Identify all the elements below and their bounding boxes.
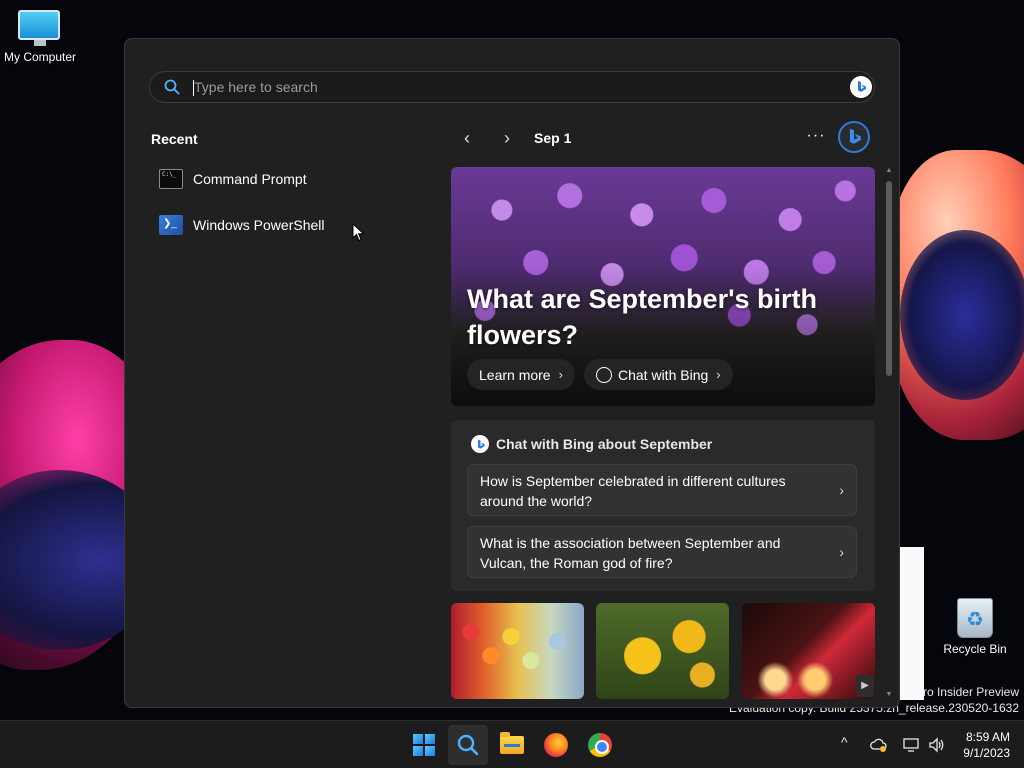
learn-more-button[interactable]: Learn more › bbox=[467, 359, 575, 390]
taskbar-search-button[interactable] bbox=[448, 725, 488, 765]
monitor-icon bbox=[18, 10, 62, 46]
hero-title: What are September's birth flowers? bbox=[467, 284, 817, 350]
recycle-bin-icon bbox=[957, 598, 993, 638]
folder-icon bbox=[500, 732, 524, 754]
chat-with-bing-button[interactable]: Chat with Bing › bbox=[584, 359, 733, 390]
chat-with-bing-label: Chat with Bing bbox=[618, 366, 709, 383]
carousel-next-button[interactable]: ▶ bbox=[856, 675, 874, 697]
desktop-icon-my-computer[interactable]: My Computer bbox=[0, 10, 80, 64]
chat-question-text: How is September celebrated in different… bbox=[480, 473, 786, 509]
chevron-right-icon[interactable]: › bbox=[494, 127, 520, 153]
search-box[interactable] bbox=[149, 71, 875, 103]
search-input[interactable] bbox=[194, 76, 794, 98]
bing-icon[interactable] bbox=[850, 76, 872, 98]
learn-more-label: Learn more bbox=[479, 366, 551, 383]
background-window-edge bbox=[898, 547, 924, 700]
highlights-date: Sep 1 bbox=[534, 130, 572, 146]
taskbar: ^ 8:59 AM 9/1/2023 bbox=[0, 720, 1024, 768]
windows-logo-icon bbox=[413, 734, 435, 756]
hero-card[interactable]: What are September's birth flowers? Lear… bbox=[451, 167, 875, 406]
desktop-icon-label: Recycle Bin bbox=[943, 642, 1007, 656]
chat-question-1[interactable]: How is September celebrated in different… bbox=[467, 464, 857, 516]
recent-item-command-prompt[interactable]: Command Prompt bbox=[159, 164, 409, 194]
volume-icon[interactable] bbox=[928, 737, 946, 753]
desktop-icon-label: My Computer bbox=[3, 50, 77, 64]
cloud-warning-icon[interactable] bbox=[870, 737, 888, 753]
more-options-button[interactable]: ··· bbox=[803, 125, 829, 151]
clock-time: 8:59 AM bbox=[965, 730, 1010, 744]
powershell-icon bbox=[159, 215, 183, 235]
chevron-right-icon: › bbox=[716, 367, 721, 382]
chat-question-2[interactable]: What is the association between Septembe… bbox=[467, 526, 857, 578]
firefox-icon bbox=[544, 733, 568, 757]
chrome-icon bbox=[588, 733, 612, 757]
network-icon[interactable] bbox=[903, 737, 921, 753]
bing-icon bbox=[849, 128, 861, 144]
recent-item-label: Command Prompt bbox=[193, 171, 307, 187]
chat-bubble-icon bbox=[596, 366, 612, 383]
thumbnail-card-fruit[interactable] bbox=[451, 603, 584, 699]
clock-date: 9/1/2023 bbox=[963, 746, 1010, 760]
watermark-line-1: ro Insider Preview bbox=[922, 685, 1019, 699]
search-icon bbox=[457, 734, 479, 756]
show-hidden-icons-chevron-icon[interactable]: ^ bbox=[841, 734, 848, 750]
scrollbar-thumb[interactable] bbox=[886, 181, 892, 376]
chevron-right-icon: › bbox=[839, 544, 844, 560]
search-panel: Recent Command Prompt Windows PowerShell… bbox=[124, 38, 900, 708]
chat-question-text: What is the association between Septembe… bbox=[480, 535, 781, 571]
firefox-button[interactable] bbox=[536, 725, 576, 765]
thumbnail-card-flowers[interactable] bbox=[596, 603, 729, 699]
scrollbar[interactable]: ▲ ▼ bbox=[883, 167, 895, 701]
chat-card-header: Chat with Bing about September bbox=[471, 435, 712, 453]
bing-chat-card: Chat with Bing about September How is Se… bbox=[451, 420, 875, 591]
chevron-left-icon[interactable]: ‹ bbox=[454, 127, 480, 153]
desktop-icon-recycle-bin[interactable]: Recycle Bin bbox=[935, 598, 1015, 656]
system-clock[interactable]: 8:59 AM 9/1/2023 bbox=[956, 729, 1010, 761]
chevron-right-icon: › bbox=[839, 482, 844, 498]
recent-item-label: Windows PowerShell bbox=[193, 217, 325, 233]
chrome-button[interactable] bbox=[580, 725, 620, 765]
start-button[interactable] bbox=[404, 725, 444, 765]
scroll-down-icon[interactable]: ▼ bbox=[884, 691, 894, 701]
command-prompt-icon bbox=[159, 169, 183, 189]
mouse-cursor-icon bbox=[352, 223, 365, 242]
bing-chat-button[interactable] bbox=[838, 121, 870, 153]
file-explorer-button[interactable] bbox=[492, 725, 532, 765]
search-icon bbox=[164, 79, 180, 95]
recent-heading: Recent bbox=[151, 131, 198, 147]
chevron-right-icon: › bbox=[558, 367, 563, 382]
wallpaper-shape bbox=[900, 230, 1024, 400]
bing-icon bbox=[471, 435, 489, 453]
chat-card-title: Chat with Bing about September bbox=[496, 436, 713, 452]
recent-item-powershell[interactable]: Windows PowerShell bbox=[159, 210, 409, 240]
scroll-up-icon[interactable]: ▲ bbox=[884, 167, 894, 177]
